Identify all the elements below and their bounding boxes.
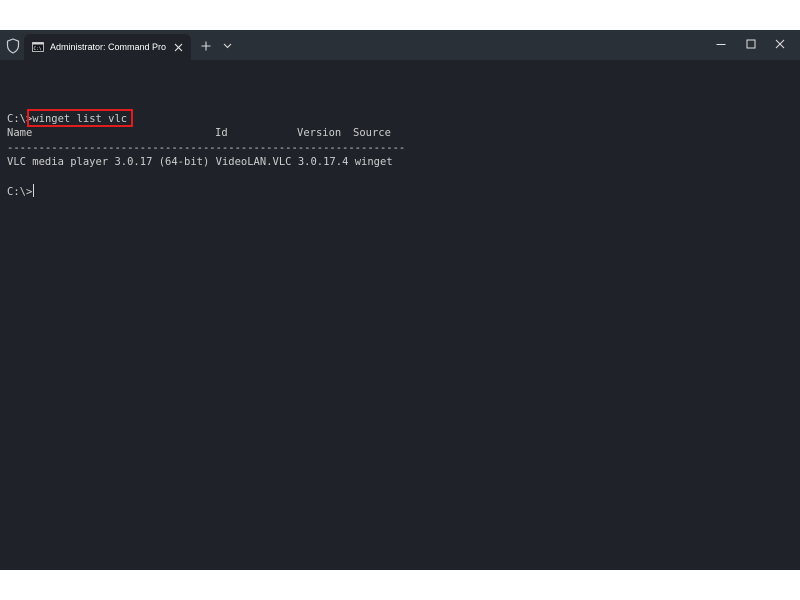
plus-icon [201,41,211,51]
chevron-down-icon [223,43,231,49]
header-name: Name [7,127,33,139]
close-window-button[interactable] [772,36,788,52]
row-name: VLC media player 3.0.17 (64-bit) [7,156,210,168]
header-source: Source [353,127,391,139]
terminal-output[interactable]: C:\>winget list vlc Name Id Version Sour… [0,60,800,570]
row-id: VideoLAN.VLC [215,156,292,168]
header-id: Id [215,127,228,139]
new-tab-button[interactable] [199,39,213,53]
close-icon [174,43,182,51]
minimize-button[interactable] [713,36,729,52]
maximize-button[interactable] [743,36,759,52]
separator-line: ----------------------------------------… [7,142,406,154]
command-highlight-box [27,109,133,127]
table-row: VLC media player 3.0.17 (64-bit) VideoLA… [7,155,393,169]
tab-title: Administrator: Command Pro [50,42,167,52]
header-version: Version [297,127,342,139]
title-bar: C:\ Administrator: Command Pro [0,30,800,60]
terminal-window: C:\ Administrator: Command Pro C:\>winge… [0,30,800,570]
close-icon [775,39,785,49]
minimize-icon [716,44,726,45]
tab-command-prompt[interactable]: C:\ Administrator: Command Pro [24,34,191,60]
row-source: winget [354,156,393,168]
text-cursor [33,184,35,197]
row-version: 3.0.17.4 [297,156,349,168]
final-prompt-line: C:\> [7,184,35,198]
maximize-icon [746,39,756,49]
tab-close-button[interactable] [171,40,185,54]
shield-icon [6,38,20,54]
final-prompt: C:\> [7,186,33,198]
command-prompt-icon: C:\ [32,42,44,52]
svg-text:C:\: C:\ [34,46,42,52]
tab-dropdown-button[interactable] [221,40,233,52]
